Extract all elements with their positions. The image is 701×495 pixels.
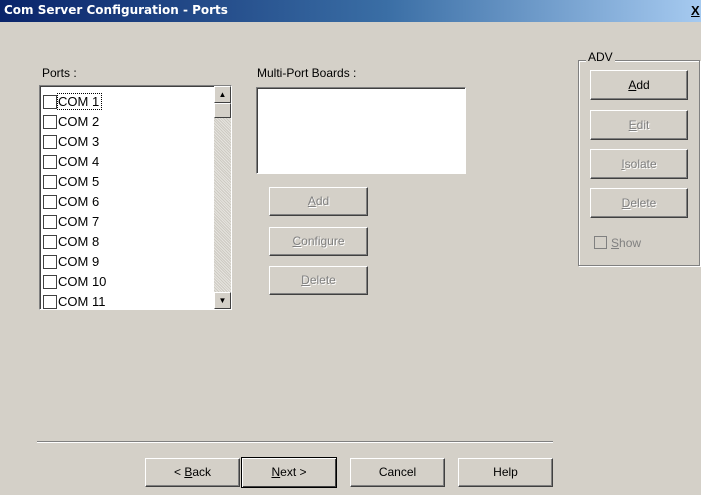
list-item-com8[interactable]: COM 8 xyxy=(43,232,99,252)
list-item-com2[interactable]: COM 2 xyxy=(43,112,99,132)
multiport-delete-button[interactable]: Delete xyxy=(269,266,368,295)
show-checkbox[interactable] xyxy=(594,236,607,250)
ports-listbox[interactable]: COM 1 COM 2 COM 3 COM 4 COM 5 COM 6 COM … xyxy=(39,85,232,310)
list-item-com10[interactable]: COM 10 xyxy=(43,272,106,292)
port-checkbox[interactable] xyxy=(43,114,57,129)
cancel-button[interactable]: Cancel xyxy=(350,458,445,487)
port-checkbox[interactable] xyxy=(43,214,57,229)
help-button[interactable]: Help xyxy=(458,458,553,487)
adv-add-button[interactable]: Add xyxy=(590,70,688,100)
port-checkbox[interactable] xyxy=(43,274,57,289)
next-button[interactable]: Next > xyxy=(241,457,337,488)
port-checkbox[interactable] xyxy=(43,194,57,209)
list-item-com3[interactable]: COM 3 xyxy=(43,132,99,152)
multiport-add-button[interactable]: Add xyxy=(269,187,368,216)
close-button[interactable]: X xyxy=(691,3,701,18)
adv-edit-button[interactable]: Edit xyxy=(590,110,688,140)
port-checkbox[interactable] xyxy=(43,294,57,309)
list-item-com11[interactable]: COM 11 xyxy=(43,292,105,309)
ports-label: Ports : xyxy=(42,66,77,80)
list-item-com1[interactable]: COM 1 xyxy=(43,92,103,112)
title-bar: Com Server Configuration - Ports X xyxy=(0,0,701,22)
multiport-configure-button[interactable]: Configure xyxy=(269,227,368,256)
port-checkbox[interactable] xyxy=(43,254,57,269)
port-checkbox[interactable] xyxy=(43,234,57,249)
multiport-label: Multi-Port Boards : xyxy=(257,66,357,80)
adv-delete-button[interactable]: Delete xyxy=(590,188,688,218)
list-item-com6[interactable]: COM 6 xyxy=(43,192,99,212)
port-checkbox[interactable] xyxy=(43,154,57,169)
ports-scrollbar[interactable]: ▲ ▼ xyxy=(214,86,231,309)
port-checkbox[interactable] xyxy=(43,134,57,149)
back-button[interactable]: < Back xyxy=(145,458,240,487)
scroll-thumb[interactable] xyxy=(214,103,231,118)
arrow-down-icon[interactable]: ▼ xyxy=(214,292,231,309)
arrow-up-icon[interactable]: ▲ xyxy=(214,86,231,103)
port-checkbox[interactable] xyxy=(43,94,57,109)
port-checkbox[interactable] xyxy=(43,174,57,189)
list-item-com9[interactable]: COM 9 xyxy=(43,252,99,272)
footer-separator xyxy=(37,441,553,443)
list-item-com5[interactable]: COM 5 xyxy=(43,172,99,192)
adv-group-title: ADV xyxy=(586,50,615,64)
multiport-listbox[interactable] xyxy=(256,87,466,174)
list-item-com4[interactable]: COM 4 xyxy=(43,152,99,172)
show-checkbox-row[interactable]: Show xyxy=(594,236,641,250)
window-title: Com Server Configuration - Ports xyxy=(4,3,228,17)
adv-isolate-button[interactable]: Isolate xyxy=(590,149,688,179)
list-item-com7[interactable]: COM 7 xyxy=(43,212,99,232)
